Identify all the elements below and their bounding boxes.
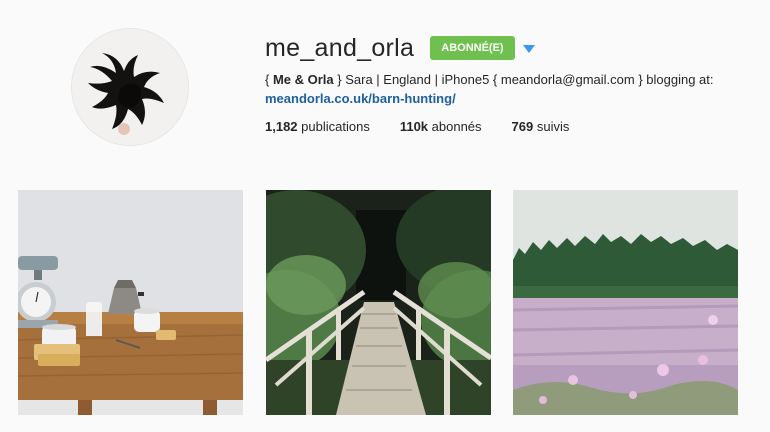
- triangle-down-icon[interactable]: [522, 45, 535, 53]
- profile-bio: { Me & Orla } Sara | England | iPhone5 {…: [265, 70, 745, 108]
- stat-followers-value: 110k: [399, 119, 429, 134]
- bio-open-brace: {: [265, 72, 273, 87]
- bio-text: } Sara | England | iPhone5 { meandorla@g…: [333, 72, 714, 87]
- post-thumbnail-2[interactable]: [266, 190, 491, 415]
- stat-following-label: suivis: [533, 119, 570, 134]
- profile-header-row: me_and_orla ABONNÉ(E): [265, 30, 745, 66]
- stat-following-value: 769: [511, 119, 534, 134]
- post-thumbnail-1[interactable]: [18, 190, 243, 415]
- stat-followers-label: abonnés: [428, 119, 482, 134]
- post-thumbnail-3[interactable]: [513, 190, 738, 415]
- stat-posts-value: 1,182: [265, 119, 298, 134]
- stat-posts[interactable]: 1,182 publications: [265, 119, 370, 134]
- stat-following[interactable]: 769 suivis: [512, 119, 570, 134]
- bio-name: Me & Orla: [272, 72, 334, 87]
- profile-username: me_and_orla: [265, 33, 415, 62]
- profile-info: me_and_orla ABONNÉ(E) { Me & Orla } Sara…: [265, 30, 745, 135]
- following-button[interactable]: ABONNÉ(E): [430, 36, 515, 60]
- profile-avatar: [72, 29, 188, 145]
- profile-stats: 1,182 publications 110k abonnés 769 suiv…: [265, 119, 745, 134]
- bio-link[interactable]: meandorla.co.uk/barn-hunting/: [265, 91, 456, 106]
- stat-posts-label: publications: [297, 119, 370, 134]
- stat-followers[interactable]: 110k abonnés: [400, 119, 482, 134]
